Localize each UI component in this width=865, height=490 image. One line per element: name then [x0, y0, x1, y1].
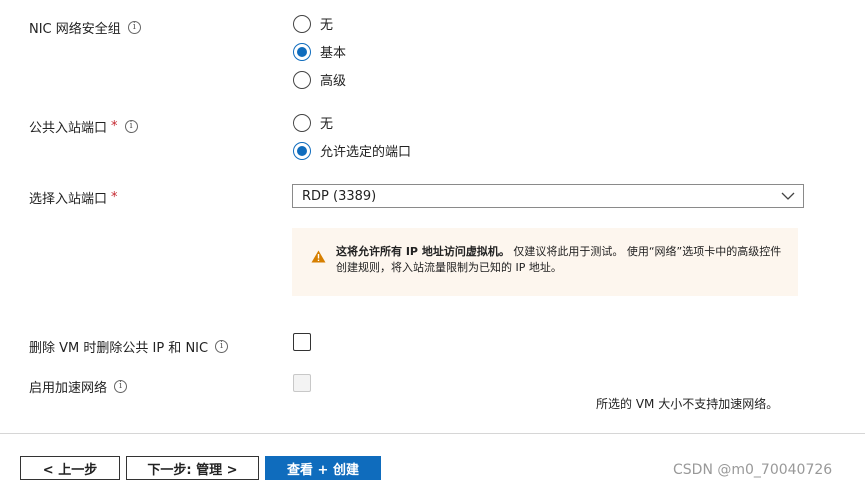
- nic-option-advanced[interactable]: 高级: [293, 70, 346, 89]
- chevron-down-icon: [781, 192, 795, 200]
- review-create-button[interactable]: 查看 + 创建: [265, 456, 381, 480]
- accelerated-networking-note: 所选的 VM 大小不支持加速网络。: [596, 397, 779, 411]
- nic-option-none[interactable]: 无: [293, 14, 333, 33]
- accelerated-networking-label: 启用加速网络 i: [29, 377, 128, 396]
- radio-button-selected[interactable]: [293, 42, 311, 61]
- info-icon[interactable]: i: [215, 340, 229, 353]
- warning-text: 这将允许所有 IP 地址访问虚拟机。 仅建议将此用于测试。 使用“网络”选项卡中…: [336, 245, 782, 274]
- watermark: CSDN @m0_70040726: [673, 462, 833, 478]
- radio-button[interactable]: [293, 70, 311, 89]
- footer-divider: [0, 433, 865, 434]
- dropdown-value: RDP (3389): [302, 188, 377, 204]
- ports-option-allow-selected[interactable]: 允许选定的端口: [293, 141, 411, 160]
- ports-option-none[interactable]: 无: [293, 113, 333, 132]
- nic-option-basic[interactable]: 基本: [293, 42, 346, 61]
- radio-button[interactable]: [293, 14, 311, 33]
- info-icon[interactable]: i: [114, 380, 128, 393]
- select-inbound-ports-label: 选择入站端口 *: [29, 190, 118, 207]
- accelerated-networking-checkbox[interactable]: [293, 374, 311, 392]
- next-manage-button[interactable]: 下一步: 管理 >: [126, 456, 259, 480]
- radio-button-selected[interactable]: [293, 141, 311, 160]
- required-mark: *: [111, 190, 118, 205]
- previous-button[interactable]: < 上一步: [20, 456, 120, 480]
- required-mark: *: [111, 119, 118, 134]
- info-icon[interactable]: i: [124, 120, 138, 133]
- info-icon[interactable]: i: [127, 21, 141, 34]
- warning-icon: [311, 250, 326, 263]
- inbound-ports-dropdown[interactable]: RDP (3389): [292, 184, 804, 208]
- nic-security-group-label: NIC 网络安全组 i: [29, 18, 141, 37]
- warning-message: 这将允许所有 IP 地址访问虚拟机。 仅建议将此用于测试。 使用“网络”选项卡中…: [292, 228, 798, 296]
- delete-public-ip-label: 删除 VM 时删除公共 IP 和 NIC i: [29, 337, 229, 356]
- delete-public-ip-checkbox[interactable]: [293, 333, 311, 351]
- radio-button[interactable]: [293, 113, 311, 132]
- public-inbound-ports-label: 公共入站端口 * i: [29, 117, 138, 136]
